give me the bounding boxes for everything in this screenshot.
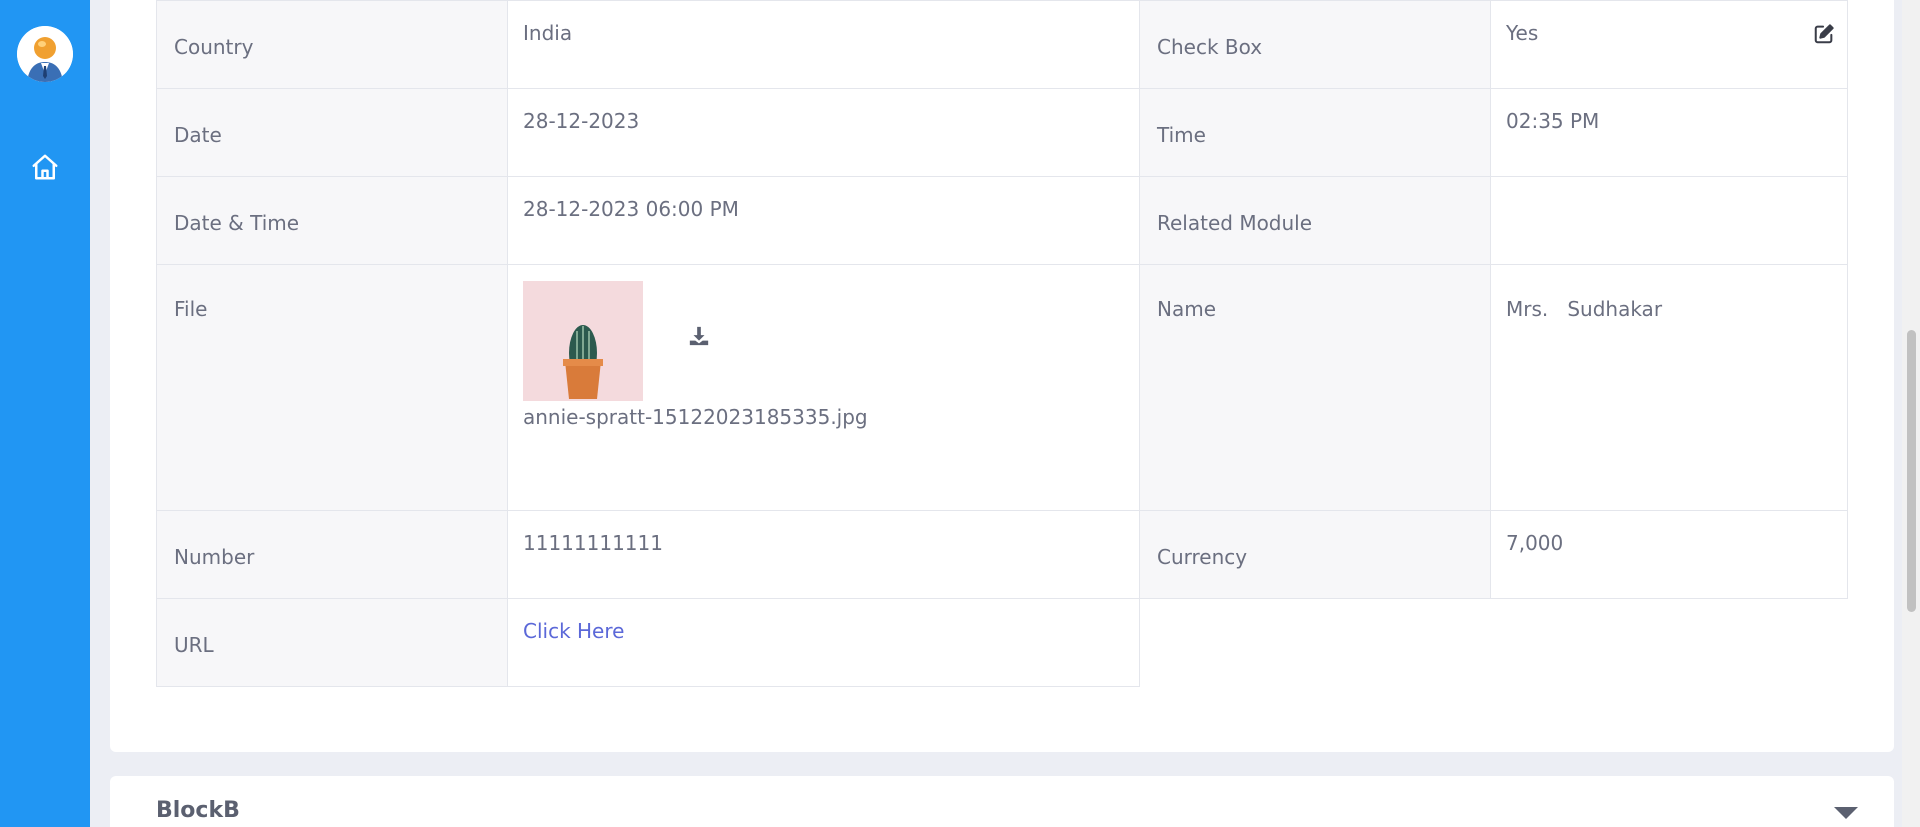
url-value-cell: Click Here	[507, 598, 1140, 687]
blockb-title[interactable]: BlockB	[156, 798, 240, 823]
date-label: Date	[174, 123, 222, 147]
datetime-label: Date & Time	[174, 211, 300, 235]
country-value-cell: India	[507, 0, 1140, 89]
datetime-value: 28-12-2023 06:00 PM	[523, 197, 739, 221]
file-value-cell: annie-spratt-15122023185335.jpg	[507, 264, 1140, 511]
url-label-cell: URL	[156, 598, 508, 687]
number-label: Number	[174, 545, 255, 569]
number-value-cell: 11111111111	[507, 510, 1140, 599]
edit-icon[interactable]	[1813, 23, 1835, 45]
related-value-cell	[1490, 176, 1848, 265]
sidebar	[0, 0, 90, 827]
scrollbar[interactable]	[1902, 0, 1920, 827]
date-value: 28-12-2023	[523, 109, 640, 133]
scrollbar-thumb[interactable]	[1907, 330, 1916, 612]
name-label-cell: Name	[1139, 264, 1491, 511]
currency-label: Currency	[1157, 545, 1248, 569]
table-row: File annie-spratt-15122023185335.jpg Nam…	[156, 264, 1848, 511]
table-row: Date 28-12-2023 Time 02:35 PM	[156, 88, 1848, 177]
file-thumbnail[interactable]	[523, 281, 643, 401]
chevron-down-icon[interactable]	[1834, 806, 1858, 820]
table-row: Country India Check Box Yes	[156, 0, 1848, 89]
table-row: URL Click Here	[156, 598, 1848, 687]
table-row: Number 11111111111 Currency 7,000	[156, 510, 1848, 599]
related-label-cell: Related Module	[1139, 176, 1491, 265]
country-label-cell: Country	[156, 0, 508, 89]
url-label: URL	[174, 633, 214, 657]
country-label: Country	[174, 35, 254, 59]
number-label-cell: Number	[156, 510, 508, 599]
time-label: Time	[1157, 123, 1206, 147]
checkbox-value-cell: Yes	[1490, 0, 1848, 89]
datetime-label-cell: Date & Time	[156, 176, 508, 265]
currency-value: 7,000	[1506, 531, 1564, 555]
empty-cell	[1139, 598, 1848, 687]
currency-value-cell: 7,000	[1490, 510, 1848, 599]
name-value-cell: Mrs. Sudhakar	[1490, 264, 1848, 511]
name-label: Name	[1157, 297, 1217, 321]
file-label: File	[174, 297, 208, 321]
country-value: India	[523, 21, 573, 45]
checkbox-value: Yes	[1506, 21, 1539, 45]
number-value: 11111111111	[523, 531, 663, 555]
related-value	[1491, 177, 1847, 197]
home-icon[interactable]	[30, 152, 60, 182]
time-label-cell: Time	[1139, 88, 1491, 177]
datetime-value-cell: 28-12-2023 06:00 PM	[507, 176, 1140, 265]
time-value: 02:35 PM	[1506, 109, 1600, 133]
url-link[interactable]: Click Here	[508, 599, 1139, 643]
file-name[interactable]: annie-spratt-15122023185335.jpg	[508, 401, 1139, 429]
user-avatar[interactable]	[17, 26, 73, 82]
details-table: Country India Check Box Yes Date 28-12-2…	[156, 0, 1848, 687]
time-value-cell: 02:35 PM	[1490, 88, 1848, 177]
table-row: Date & Time 28-12-2023 06:00 PM Related …	[156, 176, 1848, 265]
related-label: Related Module	[1157, 211, 1313, 235]
download-icon[interactable]	[688, 325, 710, 347]
date-value-cell: 28-12-2023	[507, 88, 1140, 177]
currency-label-cell: Currency	[1139, 510, 1491, 599]
blockb-card: BlockB	[110, 776, 1894, 827]
name-value: Mrs. Sudhakar	[1506, 297, 1663, 321]
file-label-cell: File	[156, 264, 508, 511]
checkbox-label: Check Box	[1157, 35, 1263, 59]
checkbox-label-cell: Check Box	[1139, 0, 1491, 89]
date-label-cell: Date	[156, 88, 508, 177]
